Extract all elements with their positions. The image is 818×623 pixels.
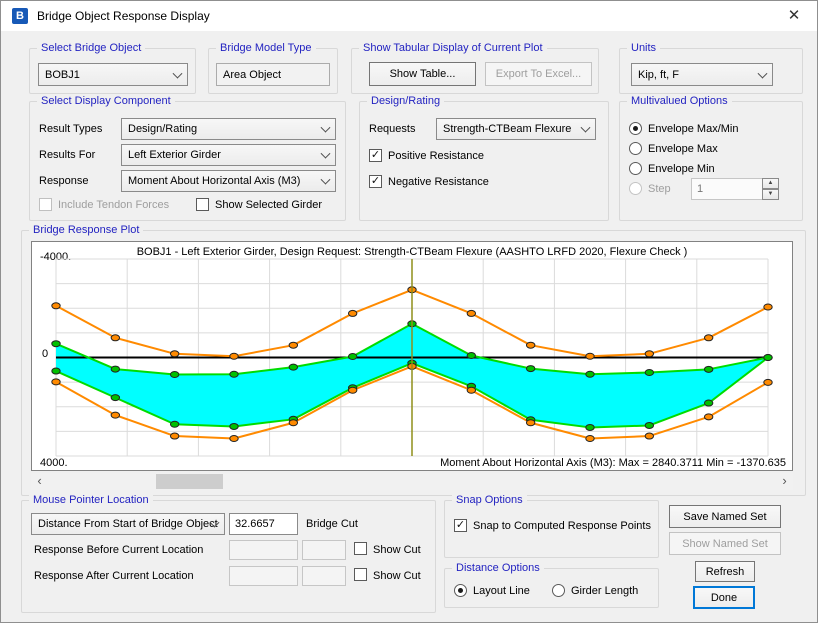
result-types-label: Result Types (39, 123, 102, 135)
response-chart[interactable] (56, 259, 768, 456)
show-cut-after-label: Show Cut (373, 570, 421, 582)
step-radio (629, 182, 642, 195)
show-selected-girder-label: Show Selected Girder (215, 199, 322, 211)
response-before-field-1 (229, 540, 298, 560)
group-label: Select Display Component (37, 95, 175, 107)
response-after-field-2 (302, 566, 346, 586)
group-label: Bridge Model Type (216, 42, 316, 54)
chevron-down-icon (173, 68, 183, 78)
negative-resistance-checkbox[interactable]: ✓ (369, 175, 382, 188)
done-button[interactable]: Done (693, 586, 755, 609)
bridge-object-select[interactable]: BOBJ1 (38, 63, 188, 86)
bridge-cut-label: Bridge Cut (306, 518, 358, 530)
step-label: Step (648, 183, 671, 195)
y-axis-zero-label: 0 (42, 348, 48, 360)
results-for-label: Results For (39, 149, 95, 161)
show-cut-before-checkbox[interactable] (354, 542, 367, 555)
chevron-down-icon (758, 68, 768, 78)
chevron-down-icon (321, 123, 331, 133)
include-tendon-checkbox (39, 198, 52, 211)
requests-select[interactable]: Strength-CTBeam Flexure (436, 118, 596, 140)
requests-label: Requests (369, 123, 415, 135)
pointer-mode-select[interactable]: Distance From Start of Bridge Object (31, 513, 225, 535)
step-value-field: 1 (691, 178, 763, 200)
page-title: Bridge Object Response Display (37, 9, 210, 23)
response-after-field-1 (229, 566, 298, 586)
bridge-cut-input[interactable] (229, 513, 298, 535)
scrollbar-thumb[interactable] (156, 474, 223, 489)
positive-resistance-checkbox[interactable]: ✓ (369, 149, 382, 162)
bridge-response-dialog: B Bridge Object Response Display ✕ Selec… (0, 0, 818, 623)
girder-length-radio[interactable] (552, 584, 565, 597)
response-label: Response (39, 175, 89, 187)
results-for-select[interactable]: Left Exterior Girder (121, 144, 336, 166)
group-label: Design/Rating (367, 95, 444, 107)
plot-status-text: Moment About Horizontal Axis (M3): Max =… (440, 457, 786, 469)
group-label: Show Tabular Display of Current Plot (359, 42, 547, 54)
envelope-max-label: Envelope Max (648, 143, 718, 155)
group-label: Select Bridge Object (37, 42, 145, 54)
show-selected-girder-checkbox[interactable] (196, 198, 209, 211)
app-icon: B (12, 8, 28, 24)
snap-points-label: Snap to Computed Response Points (473, 520, 651, 532)
positive-resistance-label: Positive Resistance (388, 150, 484, 162)
chevron-down-icon (321, 149, 331, 159)
close-icon[interactable]: ✕ (771, 1, 817, 31)
envelope-min-radio[interactable] (629, 162, 642, 175)
group-label: Bridge Response Plot (29, 224, 143, 236)
group-label: Multivalued Options (627, 95, 732, 107)
group-multivalued-options: Multivalued Options (619, 101, 803, 221)
refresh-button[interactable]: Refresh (695, 561, 755, 582)
scroll-right-icon[interactable]: › (776, 473, 793, 490)
result-types-select[interactable]: Design/Rating (121, 118, 336, 140)
group-label: Snap Options (452, 494, 527, 506)
group-label: Mouse Pointer Location (29, 494, 153, 506)
snap-points-checkbox[interactable]: ✓ (454, 519, 467, 532)
show-table-button[interactable]: Show Table... (369, 62, 476, 86)
envelope-min-label: Envelope Min (648, 163, 715, 175)
export-to-excel-button: Export To Excel... (485, 62, 592, 86)
response-select[interactable]: Moment About Horizontal Axis (M3) (121, 170, 336, 192)
step-up-icon[interactable]: ▲ (762, 178, 779, 189)
negative-resistance-label: Negative Resistance (388, 176, 489, 188)
layout-line-radio[interactable] (454, 584, 467, 597)
chevron-down-icon (321, 175, 331, 185)
envelope-max-radio[interactable] (629, 142, 642, 155)
group-label: Distance Options (452, 562, 544, 574)
step-down-icon[interactable]: ▼ (762, 189, 779, 200)
plot-scrollbar[interactable]: ‹ › (31, 473, 793, 490)
scroll-left-icon[interactable]: ‹ (31, 473, 48, 490)
group-label: Units (627, 42, 660, 54)
show-cut-before-label: Show Cut (373, 544, 421, 556)
show-named-set-button: Show Named Set (669, 532, 781, 555)
envelope-maxmin-radio[interactable] (629, 122, 642, 135)
units-select[interactable]: Kip, ft, F (631, 63, 773, 86)
y-axis-bottom-label: 4000. (40, 457, 68, 469)
show-cut-after-checkbox[interactable] (354, 568, 367, 581)
response-after-label: Response After Current Location (34, 570, 194, 582)
layout-line-label: Layout Line (473, 585, 530, 597)
response-before-field-2 (302, 540, 346, 560)
bridge-model-type-value: Area Object (216, 63, 330, 86)
title-bar[interactable]: B Bridge Object Response Display ✕ (1, 1, 817, 31)
girder-length-label: Girder Length (571, 585, 638, 597)
include-tendon-label: Include Tendon Forces (58, 199, 169, 211)
response-before-label: Response Before Current Location (34, 544, 203, 556)
plot-area: BOBJ1 - Left Exterior Girder, Design Req… (31, 241, 793, 471)
envelope-maxmin-label: Envelope Max/Min (648, 123, 739, 135)
chevron-down-icon (581, 123, 591, 133)
save-named-set-button[interactable]: Save Named Set (669, 505, 781, 528)
plot-title: BOBJ1 - Left Exterior Girder, Design Req… (32, 246, 792, 258)
